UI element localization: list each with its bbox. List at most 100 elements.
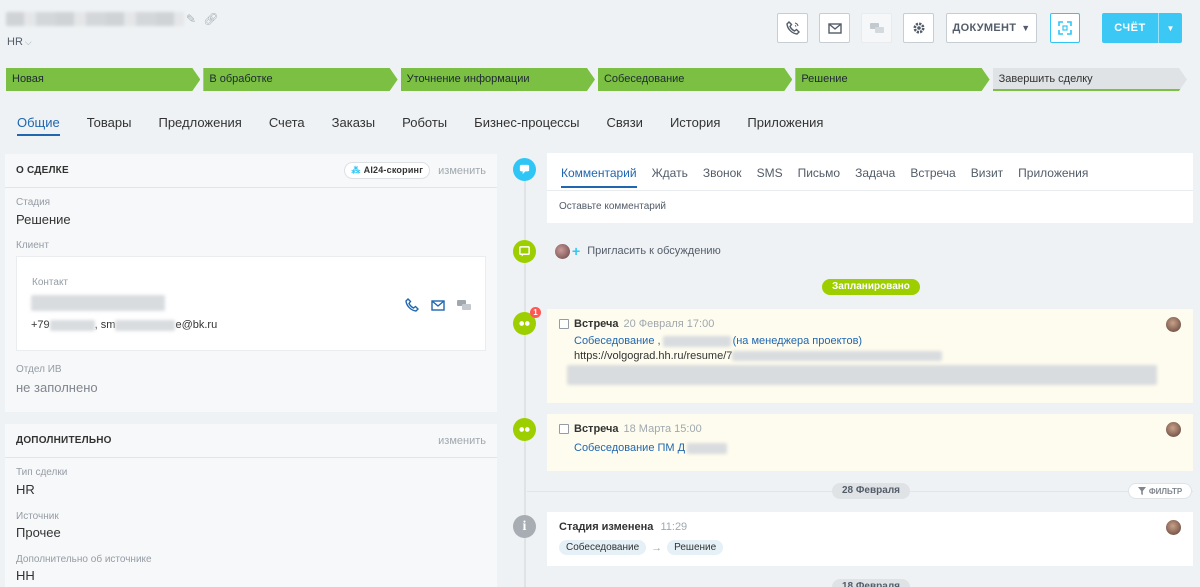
activity-editor: Комментарий Ждать Звонок SMS Письмо Зада… [547,153,1193,223]
gear-icon [913,22,924,34]
avatar[interactable] [1166,422,1181,437]
about-deal-title: О СДЕЛКЕ [16,165,69,176]
stage-complete-deal[interactable]: Завершить сделку [993,68,1187,91]
contact-phone[interactable]: +79 [31,319,50,331]
tl-tab-call[interactable]: Звонок [703,166,742,188]
tl-tab-wait[interactable]: Ждать [652,166,688,188]
contact-label: Контакт [32,277,69,288]
avatar[interactable] [1166,317,1181,332]
stage-change-time: 11:29 [660,521,688,533]
contact-email[interactable]: e@bk.ru [175,319,217,331]
invoice-button[interactable]: СЧЁТ ▼ [1102,13,1182,43]
discussion-icon [513,240,536,263]
tl-tab-comment[interactable]: Комментарий [561,166,637,188]
tab-orders[interactable]: Заказы [332,115,375,136]
chevron-down-icon: ▼ [1021,23,1031,33]
additional-edit-link[interactable]: изменить [438,435,486,447]
document-label: ДОКУМЕНТ [952,22,1017,34]
chat-bubbles-icon [869,23,884,33]
meeting-event: Встреча 18 Марта 15:00 Собеседование ПМ … [547,414,1193,471]
deal-type-label: Тип сделки [16,467,68,478]
additional-title: ДОПОЛНИТЕЛЬНО [16,435,112,446]
tl-tab-meeting[interactable]: Встреча [910,166,955,188]
filter-label: ФИЛЬТР [1148,486,1183,496]
tab-products[interactable]: Товары [87,115,132,136]
complete-checkbox[interactable] [559,319,569,329]
event-subject-text: Собеседование ПМ Д [574,442,686,454]
tab-general[interactable]: Общие [17,115,60,136]
stage-bar: Новая В обработке Уточнение информации С… [6,68,1190,91]
tl-tab-task[interactable]: Задача [855,166,895,188]
stage-new[interactable]: Новая [6,68,200,91]
filter-icon [1137,487,1146,495]
date-badge: 28 Февраля [832,483,911,499]
tab-business-processes[interactable]: Бизнес-процессы [474,115,579,136]
event-time: 18 Марта 15:00 [623,423,702,435]
phone-icon[interactable] [404,297,420,313]
contact-name-redacted[interactable] [31,295,165,311]
comment-bubble-icon [513,158,536,181]
edit-title-icon[interactable]: ✎ [186,12,196,26]
tl-tab-sms[interactable]: SMS [757,166,783,188]
link-icon[interactable]: 🔗︎ [203,12,218,26]
stage-decision[interactable]: Решение [795,68,989,91]
tab-quotes[interactable]: Предложения [158,115,241,136]
tab-links[interactable]: Связи [607,115,643,136]
invite-label: Пригласить к обсуждению [587,245,721,257]
tl-tab-visit[interactable]: Визит [971,166,1003,188]
tab-invoices[interactable]: Счета [269,115,305,136]
event-title[interactable]: Встреча [574,318,619,330]
event-subject-link[interactable]: Собеседование , (на менеджера проектов) [574,335,862,347]
call-button[interactable] [777,13,808,43]
complete-checkbox[interactable] [559,424,569,434]
email-button[interactable] [819,13,850,43]
invite-to-discussion[interactable]: + Пригласить к обсуждению [555,243,721,259]
comment-input[interactable]: Оставьте комментарий [559,201,666,212]
scoring-icon: ⁂ [351,165,361,175]
ai-scoring-label: AI24-скоринг [363,165,424,175]
stage-clarification[interactable]: Уточнение информации [401,68,595,91]
deal-title [6,10,184,26]
event-subject-link[interactable]: Собеседование ПМ Д [574,442,728,454]
dept-field-label: Отдел ИВ [16,364,62,375]
invoice-dropdown-icon[interactable]: ▼ [1158,13,1182,43]
deal-category-selector[interactable]: HR ⌵ [7,36,32,48]
about-edit-link[interactable]: изменить [438,165,486,177]
tl-tab-email[interactable]: Письмо [798,166,841,188]
ai-scoring-chip[interactable]: ⁂ AI24-скоринг [344,162,431,179]
settings-button[interactable] [903,13,934,43]
tab-history[interactable]: История [670,115,720,136]
plus-icon: + [572,243,581,259]
source-label: Источник [16,511,59,522]
event-title[interactable]: Встреча [574,423,619,435]
tab-robots[interactable]: Роботы [402,115,447,136]
avatar[interactable] [1166,520,1181,535]
redacted-description [567,365,1157,385]
tl-tab-apps[interactable]: Приложения [1018,166,1088,188]
document-button[interactable]: ДОКУМЕНТ ▼ [946,13,1037,43]
stage-field-value: Решение [16,212,71,227]
arrow-right-icon: → [651,541,663,554]
resume-url-text: https://volgograd.hh.ru/resume/7 [574,350,733,362]
event-subject-prefix: Собеседование , [574,335,661,347]
stage-interview[interactable]: Собеседование [598,68,792,91]
filter-button[interactable]: ФИЛЬТР [1128,483,1192,499]
scan-button[interactable] [1050,13,1080,43]
source-extra-label: Дополнительно об источнике [16,554,152,565]
invoice-label: СЧЁТ [1114,22,1146,34]
chat-bubbles-icon[interactable] [456,297,472,313]
stage-change-title: Стадия изменена [559,521,654,533]
stage-to: Решение [667,540,724,555]
resume-url[interactable]: https://volgograd.hh.ru/resume/7 [574,350,943,362]
tab-apps[interactable]: Приложения [747,115,823,136]
deal-category-label: HR [7,36,23,48]
source-value: Прочее [16,525,61,540]
stage-processing[interactable]: В обработке [203,68,397,91]
notification-badge: 1 [530,307,541,318]
contact-email-prefix: , sm [94,319,116,331]
envelope-icon[interactable] [430,297,446,313]
chat-button[interactable] [861,13,892,43]
phone-icon [785,21,800,35]
meeting-event: Встреча 20 Февраля 17:00 Собеседование ,… [547,309,1193,403]
avatar [555,243,570,259]
